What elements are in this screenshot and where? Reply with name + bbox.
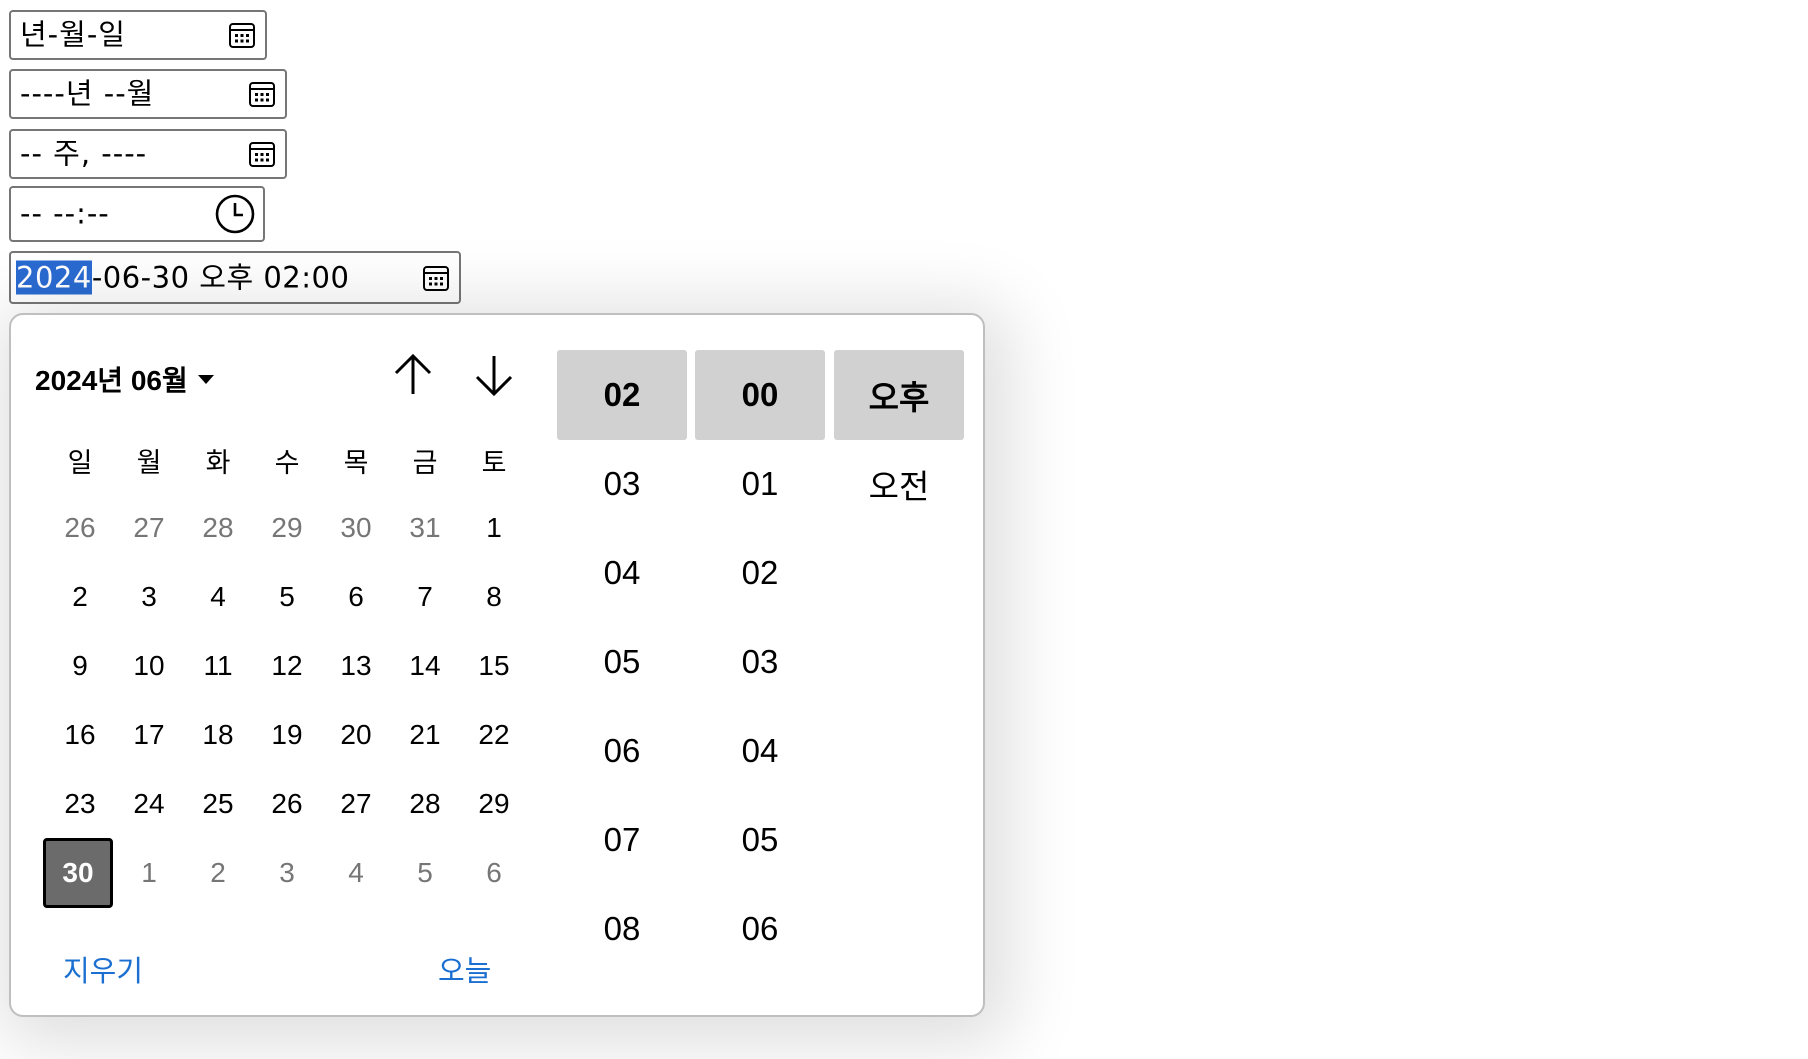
calendar-day[interactable]: 27: [321, 788, 391, 820]
calendar-day[interactable]: 23: [45, 788, 115, 820]
hours-option[interactable]: 07: [557, 795, 687, 885]
ampm-option[interactable]: 오후: [834, 350, 964, 440]
weekday-label: 일: [67, 448, 93, 479]
calendar-day[interactable]: 21: [390, 719, 460, 751]
calendar-day[interactable]: 14: [390, 650, 460, 682]
calendar-day[interactable]: 28: [183, 512, 253, 544]
calendar-icon[interactable]: [419, 261, 453, 295]
week-input-value: -- 주, ----: [20, 136, 148, 171]
hours-option[interactable]: 04: [557, 528, 687, 618]
weekday-label: 수: [274, 448, 300, 479]
next-month-button[interactable]: [466, 347, 522, 403]
year-segment[interactable]: 2024: [16, 260, 92, 294]
calendar-day[interactable]: 26: [252, 788, 322, 820]
calendar-day[interactable]: 26: [45, 512, 115, 544]
weekday-label: 목: [343, 448, 369, 479]
ampm-option[interactable]: 오전: [834, 439, 964, 529]
date-input-value: 년-월-일: [20, 17, 126, 52]
calendar-day[interactable]: 15: [459, 650, 529, 682]
calendar-day[interactable]: 8: [459, 581, 529, 613]
calendar-day[interactable]: 1: [114, 857, 184, 889]
previous-month-button[interactable]: [385, 347, 441, 403]
calendar-day[interactable]: 4: [183, 581, 253, 613]
arrow-down-icon: [475, 356, 513, 397]
calendar-day[interactable]: 31: [390, 512, 460, 544]
calendar-day[interactable]: 10: [114, 650, 184, 682]
calendar-day[interactable]: 19: [252, 719, 322, 751]
calendar-day[interactable]: 29: [459, 788, 529, 820]
arrow-up-icon: [394, 353, 432, 394]
minutes-option[interactable]: 01: [695, 439, 825, 529]
calendar-day[interactable]: 13: [321, 650, 391, 682]
calendar-day[interactable]: 6: [321, 581, 391, 613]
month-input-value: ----년 --월: [20, 76, 155, 111]
calendar-day[interactable]: 22: [459, 719, 529, 751]
week-input[interactable]: -- 주, ----: [9, 129, 287, 179]
hours-option[interactable]: 02: [557, 350, 687, 440]
calendar-day[interactable]: 11: [183, 650, 253, 682]
weekday-label: 금: [412, 448, 438, 479]
calendar-day[interactable]: 25: [183, 788, 253, 820]
month-year-label: 2024년 06월: [35, 365, 188, 396]
hours-option[interactable]: 08: [557, 884, 687, 974]
minutes-option[interactable]: 02: [695, 528, 825, 618]
minutes-option[interactable]: 05: [695, 795, 825, 885]
minutes-option[interactable]: 03: [695, 617, 825, 707]
minutes-option[interactable]: 00: [695, 350, 825, 440]
calendar-day[interactable]: 20: [321, 719, 391, 751]
weekday-label: 토: [481, 448, 507, 479]
minutes-option[interactable]: 06: [695, 884, 825, 974]
calendar-day[interactable]: 3: [252, 857, 322, 889]
month-year-selector[interactable]: 2024년 06월: [35, 359, 216, 399]
caret-down-icon: [197, 375, 214, 384]
calendar-day[interactable]: 17: [114, 719, 184, 751]
clock-icon[interactable]: [213, 192, 257, 236]
calendar-icon[interactable]: [245, 137, 279, 171]
calendar-day[interactable]: 16: [45, 719, 115, 751]
datetime-input-value: 2024-06-30 오후 02:00: [16, 260, 350, 294]
calendar-day[interactable]: 28: [390, 788, 460, 820]
datetime-rest[interactable]: -06-30 오후 02:00: [92, 260, 350, 294]
today-button[interactable]: 오늘: [438, 948, 491, 990]
date-input[interactable]: 년-월-일: [9, 10, 267, 60]
calendar-day[interactable]: 4: [321, 857, 391, 889]
hours-option[interactable]: 05: [557, 617, 687, 707]
calendar-day[interactable]: 9: [45, 650, 115, 682]
calendar-day[interactable]: 29: [252, 512, 322, 544]
calendar-day[interactable]: 24: [114, 788, 184, 820]
calendar-day[interactable]: 2: [183, 857, 253, 889]
time-input[interactable]: -- --:--: [9, 186, 265, 242]
calendar-day[interactable]: 5: [390, 857, 460, 889]
calendar-day[interactable]: 2: [45, 581, 115, 613]
calendar-day[interactable]: 1: [459, 512, 529, 544]
calendar-day[interactable]: 27: [114, 512, 184, 544]
datetime-picker-popup: 2024년 06월 일월화수목금토 26 27 28 29 30 31 1 2 3 4 5 6 7 8 9 1…: [9, 313, 985, 1017]
selected-day[interactable]: 30: [43, 838, 113, 908]
minutes-option[interactable]: 04: [695, 706, 825, 796]
calendar-day[interactable]: 12: [252, 650, 322, 682]
calendar-icon[interactable]: [225, 18, 259, 52]
hours-option[interactable]: 03: [557, 439, 687, 529]
time-input-value: -- --:--: [20, 196, 110, 231]
weekday-label: 화: [205, 448, 231, 479]
datetime-input[interactable]: 2024-06-30 오후 02:00: [9, 251, 461, 304]
calendar-day[interactable]: 30: [321, 512, 391, 544]
calendar-day[interactable]: 7: [390, 581, 460, 613]
calendar-icon[interactable]: [245, 77, 279, 111]
clear-button[interactable]: 지우기: [63, 948, 143, 990]
calendar-day[interactable]: 6: [459, 857, 529, 889]
calendar-day[interactable]: 5: [252, 581, 322, 613]
month-input[interactable]: ----년 --월: [9, 69, 287, 119]
weekday-label: 월: [136, 448, 162, 479]
calendar-day[interactable]: 18: [183, 719, 253, 751]
hours-option[interactable]: 06: [557, 706, 687, 796]
calendar-day[interactable]: 3: [114, 581, 184, 613]
